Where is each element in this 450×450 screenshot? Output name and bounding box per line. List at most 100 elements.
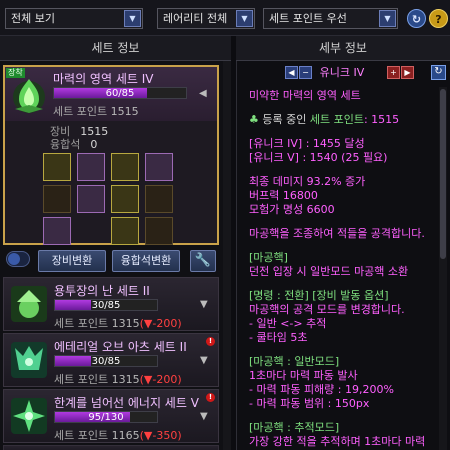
normal-mode-line: - 마력 파동 피해량 : 19,200% — [249, 383, 394, 396]
progress-text: 95/130 — [88, 412, 124, 423]
set-point-value: 1315 — [111, 373, 140, 386]
set-points: 세트 포인트 1315(▼-200) — [54, 371, 182, 387]
leaf-icon: ♣ — [249, 113, 259, 126]
set-point-delta: (▼-200) — [139, 317, 182, 330]
expand-arrow-icon[interactable]: ▼ — [200, 412, 214, 422]
selected-set-progress: 60/85 — [53, 87, 187, 99]
last-page-icon[interactable]: ▶ — [401, 66, 414, 79]
normal-mode-line: - 마력 파동 범위 : 150px — [249, 397, 370, 410]
help-button[interactable]: ? — [429, 9, 448, 28]
set-info-header: 세트 정보 — [0, 36, 231, 61]
magic-domain-set-icon — [9, 75, 49, 115]
set-list-scrollbar[interactable] — [223, 61, 231, 450]
equipment-slot-icon[interactable] — [43, 153, 71, 181]
fusion-label: 융합석 — [50, 138, 81, 151]
expand-arrow-icon[interactable]: ▼ — [200, 356, 214, 366]
chevron-down-icon[interactable]: ▼ — [236, 10, 253, 27]
command-heading: [명령 : 전환] [장비 발동 옵션] — [249, 289, 389, 302]
set-point-label: 세트 포인트 — [54, 429, 109, 442]
set-title: 에테리얼 오브 아츠 세트 II — [54, 340, 187, 354]
equipment-slot-icon[interactable] — [145, 153, 173, 181]
set-title: 한계를 넘어선 에너지 세트 V — [54, 396, 199, 410]
set-point-value: 1515 — [110, 105, 139, 118]
set-progress: 30/85 — [54, 355, 158, 367]
wrench-icon[interactable]: 🔧 — [190, 250, 216, 272]
next-page-icon[interactable]: + — [387, 66, 400, 79]
detail-panel: ◀ − 유니크 IV + ▶ ↻ 미약한 마력의 영역 세트 ♣ 등록 중인 세… — [236, 61, 450, 450]
progress-text: 30/85 — [91, 356, 121, 367]
detail-scrollbar[interactable] — [439, 87, 447, 450]
set-list-item[interactable]: 용투장의 난 세트 II 30/85 세트 포인트 1315(▼-200) ▼ — [3, 277, 219, 331]
fusion-value: 0 — [90, 138, 98, 151]
command-line: - 일반 <-> 추적 — [249, 317, 327, 330]
stat-line: 버프력 16800 — [249, 189, 318, 202]
selected-set-title: 마력의 영역 세트 IV — [53, 72, 154, 86]
chevron-down-icon[interactable]: ▼ — [379, 10, 396, 27]
progress-text: 30/85 — [91, 300, 121, 311]
selected-set-card[interactable]: 장착 마력의 영역 세트 IV 60/85 세트 포인트 1515 ◀ 장비 1… — [3, 65, 219, 245]
equipment-slot-icon[interactable] — [77, 153, 105, 181]
flavor-text: 마공핵을 조종하여 적들을 공격합니다. — [249, 227, 425, 240]
sort-dropdown-value: 세트 포인트 우선 — [269, 12, 347, 25]
set-point-label: 세트 포인트 — [54, 373, 109, 386]
command-description: 마공핵의 공격 모드를 변경합니다. — [249, 303, 405, 316]
progress-text: 60/85 — [105, 88, 135, 99]
chevron-down-icon[interactable]: ▼ — [124, 10, 141, 27]
equipment-slot-icon[interactable] — [145, 185, 173, 213]
tier-next: [유니크 V] : 1540 (25 필요) — [249, 151, 388, 164]
view-dropdown-value: 전체 보기 — [11, 12, 55, 25]
scrollbar-thumb[interactable] — [440, 89, 446, 259]
rarity-dropdown-value: 레어리티 전체 — [163, 12, 228, 25]
sort-dropdown[interactable]: 세트 포인트 우선 ▼ — [263, 8, 398, 29]
equipment-slot-icon[interactable] — [145, 217, 173, 245]
refresh-icon[interactable]: ↻ — [431, 65, 446, 80]
equipment-slot-icon[interactable] — [111, 153, 139, 181]
fusion-change-button[interactable]: 융합석변환 — [112, 250, 180, 272]
set-points: 세트 포인트 1165(▼-350) — [54, 427, 182, 443]
set-point-label: 세트 포인트 — [53, 105, 108, 118]
stat-line: 최종 데미지 93.2% 증가 — [249, 175, 366, 188]
set-progress: 30/85 — [54, 299, 158, 311]
conversion-button-row: 장비변환 융합석변환 🔧 — [0, 250, 226, 272]
equip-change-button[interactable]: 장비변환 — [38, 250, 106, 272]
set-list-item[interactable]: 에테리얼 오브 아츠 세트 II 30/85 세트 포인트 1315(▼-200… — [3, 333, 219, 387]
rarity-dropdown[interactable]: 레어리티 전체 ▼ — [157, 8, 255, 29]
registered-label: 등록 중인 — [262, 113, 307, 126]
selected-set-stats: 장비 1515 융합석 0 — [50, 125, 108, 151]
set-progress: 95/130 — [54, 411, 158, 423]
refresh-icon[interactable]: ↻ — [407, 9, 426, 28]
set-point-label: 세트 포인트 — [54, 317, 109, 330]
collapse-arrow-icon[interactable]: ◀ — [199, 89, 213, 99]
chase-mode-heading: [마공핵 : 추적모드] — [249, 421, 340, 434]
expand-arrow-icon[interactable]: ▼ — [200, 300, 214, 310]
rarity-nav-title: 유니크 IV — [319, 66, 365, 79]
detail-info-header: 세부 정보 — [236, 36, 450, 61]
equipment-slot-icon[interactable] — [43, 217, 71, 245]
set-list-item-partial[interactable] — [3, 445, 219, 450]
filter-bar: 전체 보기 ▼ 레어리티 전체 ▼ 세트 포인트 우선 ▼ ↻ ? — [0, 0, 450, 36]
selected-set-header: 장착 마력의 영역 세트 IV 60/85 세트 포인트 1515 ◀ — [5, 67, 217, 121]
registered-point-value: : 1515 — [363, 113, 400, 126]
energy-set-icon — [9, 396, 49, 436]
normal-mode-description: 1초마다 마력 파동 발사 — [249, 369, 358, 382]
chase-mode-description: 가장 강한 적을 추적하며 1초마다 마력 — [249, 435, 426, 448]
set-point-value: 1315 — [111, 317, 140, 330]
detail-description: 미약한 마력의 영역 세트 — [249, 89, 361, 102]
stat-line: 모험가 명성 6600 — [249, 203, 335, 216]
rarity-nav: ◀ − 유니크 IV + ▶ ↻ — [237, 64, 450, 82]
set-detail-text: 미약한 마력의 영역 세트 ♣ 등록 중인 세트 포인트: 1515 [유니크 … — [249, 89, 441, 449]
new-alert-icon: ! — [206, 337, 215, 346]
equip-value: 1515 — [80, 125, 109, 138]
equipment-slot-icon[interactable] — [43, 185, 71, 213]
set-title: 용투장의 난 세트 II — [54, 284, 150, 298]
view-dropdown[interactable]: 전체 보기 ▼ — [5, 8, 143, 29]
tier-achieved: [유니크 IV] : 1455 달성 — [249, 137, 365, 150]
equipment-slot-icon[interactable] — [111, 185, 139, 213]
equipment-slot-icon[interactable] — [77, 185, 105, 213]
equipment-slot-icon[interactable] — [111, 217, 139, 245]
normal-mode-heading: [마공핵 : 일반모드] — [249, 355, 340, 368]
arena-set-icon — [9, 284, 49, 324]
set-list-item[interactable]: 한계를 넘어선 에너지 세트 V 95/130 세트 포인트 1165(▼-35… — [3, 389, 219, 443]
set-points: 세트 포인트 1315(▼-200) — [54, 315, 182, 331]
set-point-value: 1165 — [111, 429, 140, 442]
